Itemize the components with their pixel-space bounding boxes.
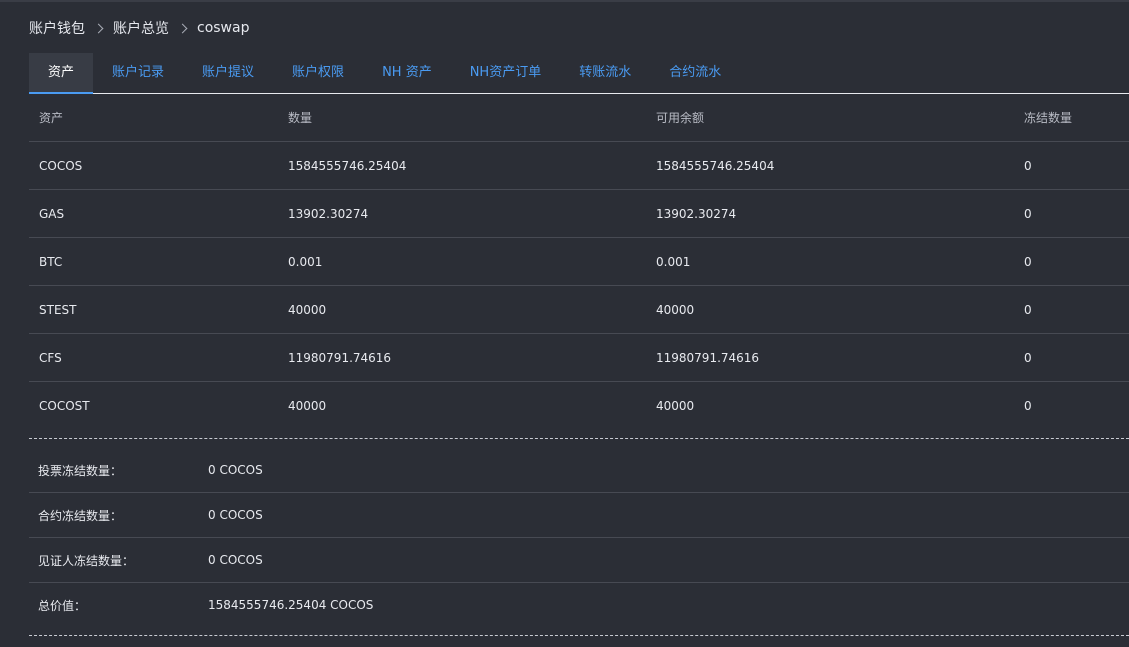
table-row: BTC 0.001 0.001 0	[29, 237, 1129, 286]
asset-available: 0.001	[646, 237, 1014, 286]
asset-symbol: COCOS	[29, 141, 278, 190]
summary-value: 0 COCOS	[208, 463, 263, 477]
asset-frozen: 0	[1024, 398, 1032, 413]
summary-row-vote-frozen: 投票冻结数量： 0 COCOS	[29, 448, 1129, 493]
top-border	[0, 0, 1129, 2]
breadcrumb-overview[interactable]: 账户总览	[113, 18, 169, 38]
tab-nh-assets[interactable]: NH 资产	[363, 53, 451, 93]
summary-label: 总价值：	[38, 598, 87, 613]
tab-account-records[interactable]: 账户记录	[93, 53, 183, 93]
asset-amount: 13902.30274	[278, 189, 646, 238]
table-row: COCOST 40000 40000 0	[29, 382, 1129, 430]
asset-available: 40000	[656, 398, 695, 413]
breadcrumb-wallet[interactable]: 账户钱包	[29, 18, 85, 38]
column-header-asset: 资产	[29, 94, 278, 142]
summary-row-contract-frozen: 合约冻结数量： 0 COCOS	[29, 493, 1129, 538]
summary-row-total-value: 总价值： 1584555746.25404 COCOS	[29, 583, 1129, 627]
tab-account-proposals[interactable]: 账户提议	[183, 53, 273, 93]
asset-frozen: 0	[1014, 333, 1129, 382]
summary-row-witness-frozen: 见证人冻结数量： 0 COCOS	[29, 538, 1129, 583]
tab-nh-asset-orders[interactable]: NH资产订单	[451, 53, 561, 93]
summary-value: 1584555746.25404 COCOS	[208, 598, 374, 612]
frozen-summary: 投票冻结数量： 0 COCOS 合约冻结数量： 0 COCOS 见证人冻结数量：…	[29, 448, 1129, 627]
column-header-frozen: 冻结数量	[1014, 94, 1129, 142]
asset-amount: 40000	[288, 398, 327, 413]
tab-account-permissions[interactable]: 账户权限	[273, 53, 363, 93]
asset-symbol: STEST	[29, 285, 278, 334]
column-header-available: 可用余额	[646, 94, 1014, 142]
asset-available: 40000	[646, 285, 1014, 334]
asset-symbol: GAS	[29, 189, 278, 238]
asset-amount: 1584555746.25404	[278, 141, 646, 190]
asset-amount: 40000	[278, 285, 646, 334]
column-header-amount: 数量	[278, 94, 646, 142]
dashed-divider	[29, 635, 1129, 636]
tab-transfer-history[interactable]: 转账流水	[560, 53, 650, 93]
tab-contract-history[interactable]: 合约流水	[650, 53, 740, 93]
asset-available: 13902.30274	[646, 189, 1014, 238]
summary-value: 0 COCOS	[208, 553, 263, 567]
tab-assets[interactable]: 资产	[29, 53, 94, 94]
asset-symbol: COCOST	[39, 398, 90, 413]
asset-amount: 0.001	[278, 237, 646, 286]
asset-available: 11980791.74616	[646, 333, 1014, 382]
asset-symbol: CFS	[29, 333, 278, 382]
asset-table: 资产 数量 可用余额 冻结数量 COCOS 1584555746.25404 1…	[29, 94, 1129, 429]
tab-bar: 资产 账户记录 账户提议 账户权限 NH 资产 NH资产订单 转账流水 合约流水	[29, 53, 1129, 94]
summary-value: 0 COCOS	[208, 508, 263, 522]
summary-label: 合约冻结数量：	[38, 508, 123, 523]
asset-frozen: 0	[1014, 189, 1129, 238]
table-row: STEST 40000 40000 0	[29, 285, 1129, 334]
summary-label: 投票冻结数量：	[38, 463, 123, 478]
chevron-right-icon	[93, 23, 104, 33]
table-row: GAS 13902.30274 13902.30274 0	[29, 189, 1129, 238]
asset-frozen: 0	[1014, 285, 1129, 334]
table-header-row: 资产 数量 可用余额 冻结数量	[29, 94, 1129, 142]
asset-frozen: 0	[1014, 141, 1129, 190]
asset-symbol: BTC	[29, 237, 278, 286]
asset-frozen: 0	[1014, 237, 1129, 286]
asset-available: 1584555746.25404	[646, 141, 1014, 190]
dashed-divider	[29, 438, 1129, 439]
asset-amount: 11980791.74616	[278, 333, 646, 382]
breadcrumb-current-account: coswap	[197, 20, 250, 36]
table-row: COCOS 1584555746.25404 1584555746.25404 …	[29, 141, 1129, 190]
chevron-right-icon	[177, 23, 188, 33]
summary-label: 见证人冻结数量：	[38, 553, 135, 568]
breadcrumb: 账户钱包 账户总览 coswap	[29, 19, 249, 37]
table-row: CFS 11980791.74616 11980791.74616 0	[29, 333, 1129, 382]
